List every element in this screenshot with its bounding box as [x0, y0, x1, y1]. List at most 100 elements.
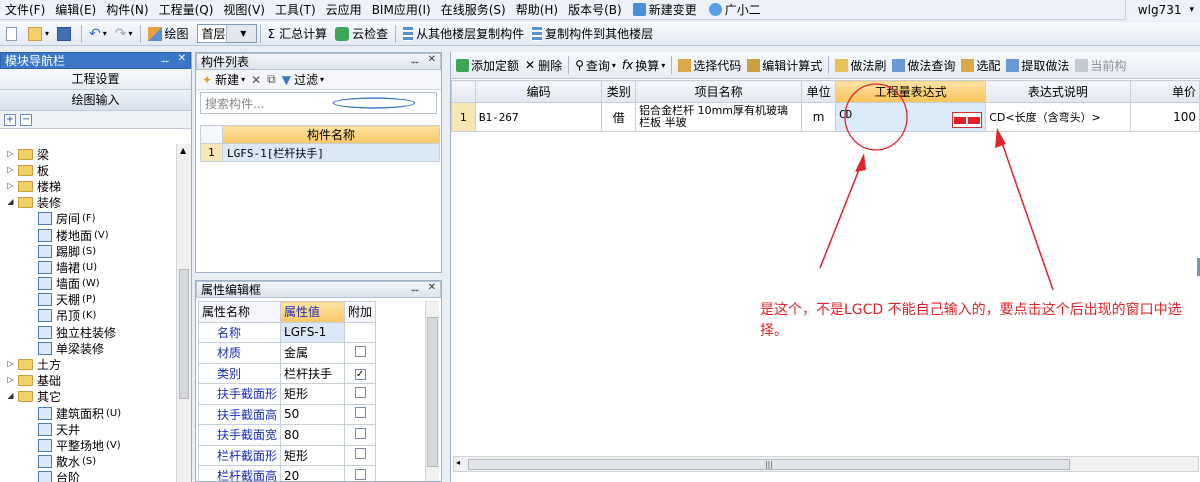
menu-bim[interactable]: BIM应用(I)	[367, 0, 436, 20]
floor-select[interactable]: 首层 ▼	[196, 24, 257, 43]
tree-scrollbar[interactable]: ▲	[176, 144, 191, 482]
tree-item[interactable]: ▷ 梁	[0, 146, 176, 162]
tree-item[interactable]: 台阶	[0, 470, 176, 482]
property-value[interactable]: 金属	[280, 342, 346, 364]
pin-icon[interactable]: ᅲ	[410, 54, 419, 69]
search-icon[interactable]	[332, 97, 415, 109]
menu-view[interactable]: 视图(V)	[218, 0, 270, 20]
property-row[interactable]: 栏杆截面高 20	[197, 465, 377, 481]
copy-to-floor-button[interactable]: 复制构件到其他楼层	[528, 23, 657, 45]
property-row[interactable]: 材质 金属	[197, 342, 377, 364]
component-search-input[interactable]: 搜索构件...	[200, 92, 437, 114]
redo-button[interactable]: ↷ ▾	[111, 23, 137, 45]
tree-item[interactable]: 单梁装修	[0, 340, 176, 356]
attach-checkbox[interactable]	[354, 386, 366, 398]
tree-item[interactable]: ▷ 楼梯	[0, 178, 176, 194]
replace-button[interactable]: fx 换算 ▾	[619, 54, 668, 76]
attach-checkbox[interactable]	[354, 468, 366, 480]
tree-item[interactable]: ▷ 基础	[0, 373, 176, 389]
tree-item[interactable]: ▷ 土方	[0, 356, 176, 372]
property-row[interactable]: 栏杆截面形 矩形	[197, 444, 377, 466]
undo-button[interactable]: ↶ ▾	[85, 23, 111, 45]
property-row[interactable]: 类别 栏杆扶手 ✓	[197, 362, 377, 384]
extract-method-button[interactable]: 提取做法	[1003, 54, 1072, 76]
method-brush-button[interactable]: 做法刷	[832, 54, 889, 76]
item-name-cell[interactable]: 铝合金栏杆 10mm厚有机玻璃栏板 半玻	[635, 102, 803, 132]
edit-formula-button[interactable]: 编辑计算式	[744, 54, 825, 76]
scroll-up-icon[interactable]: ▲	[180, 146, 186, 155]
open-button[interactable]: ▾	[24, 23, 53, 45]
attach-checkbox[interactable]: ✓	[354, 369, 366, 381]
tree-item[interactable]: 房间 (F)	[0, 211, 176, 227]
tree-item[interactable]: 踢脚 (S)	[0, 243, 176, 259]
scroll-thumb[interactable]	[179, 269, 189, 399]
collapse-arrow-icon[interactable]: ◢	[6, 198, 15, 207]
expand-arrow-icon[interactable]: ▷	[6, 376, 15, 385]
category-cell[interactable]: 借	[601, 102, 637, 132]
attach-checkbox[interactable]	[354, 448, 366, 460]
property-value[interactable]: 80	[280, 424, 346, 446]
query-button[interactable]: ⚲ 查询 ▾	[572, 54, 619, 76]
expand-arrow-icon[interactable]: ▷	[6, 165, 15, 175]
tree-item[interactable]: 独立柱装修	[0, 324, 176, 340]
quantity-expr-cell[interactable]: CD	[834, 102, 987, 132]
property-value[interactable]: 栏杆扶手	[280, 362, 346, 384]
tree-item[interactable]: ◢ 其它	[0, 389, 176, 405]
property-value[interactable]: LGFS-1	[280, 321, 346, 343]
expand-all-icon[interactable]: +	[4, 113, 16, 126]
table-row[interactable]: 1 B1-267 借 铝合金栏杆 10mm厚有机玻璃栏板 半玻 m CD CD<…	[451, 102, 1200, 132]
unit-cell[interactable]: m	[801, 102, 836, 132]
expand-arrow-icon[interactable]: ▷	[6, 149, 15, 159]
attach-checkbox[interactable]	[354, 345, 366, 357]
tree-item[interactable]: 墙裙 (U)	[0, 259, 176, 275]
draw-input-button[interactable]: 绘图输入	[0, 90, 191, 111]
tree-item[interactable]: 吊顶 (K)	[0, 308, 176, 324]
menu-quantity[interactable]: 工程量(Q)	[154, 0, 219, 20]
pin-icon[interactable]: ᅲ	[410, 282, 419, 297]
tree-item[interactable]: 楼地面 (V)	[0, 227, 176, 243]
property-row[interactable]: 扶手截面高 50	[197, 403, 377, 425]
collapse-arrow-icon[interactable]: ◢	[6, 392, 15, 401]
tree-item[interactable]: ▷ 板	[0, 162, 176, 178]
pin-icon[interactable]: ᅲ	[160, 53, 169, 68]
user-menu[interactable]: wlg731 ▾	[1124, 0, 1200, 20]
tree-item[interactable]: ◢ 装修	[0, 195, 176, 211]
menu-file[interactable]: 文件(F)	[0, 0, 50, 20]
expand-arrow-icon[interactable]: ▷	[6, 360, 15, 369]
menu-tools[interactable]: 工具(T)	[270, 0, 321, 20]
property-row[interactable]: 扶手截面宽 80	[197, 424, 377, 446]
property-value[interactable]: 20	[280, 465, 346, 481]
table-row[interactable]: 1 LGFS-1[栏杆扶手]	[200, 143, 440, 162]
expr-desc-cell[interactable]: CD<长度（含弯头）>	[985, 102, 1131, 132]
expr-picker-button[interactable]	[952, 111, 983, 128]
grid-horizontal-scrollbar[interactable]: ◂ |||	[453, 456, 1199, 472]
price-cell[interactable]: 100	[1129, 102, 1200, 132]
menu-component[interactable]: 构件(N)	[101, 0, 153, 20]
tree-item[interactable]: 散水 (S)	[0, 454, 176, 470]
close-icon[interactable]: ✕	[428, 54, 436, 69]
tree-item[interactable]: 墙面 (W)	[0, 276, 176, 292]
tree-item[interactable]: 平整场地 (V)	[0, 437, 176, 453]
tree-item[interactable]: 天棚 (P)	[0, 292, 176, 308]
property-scrollbar[interactable]	[425, 301, 439, 481]
property-value[interactable]: 50	[280, 403, 346, 425]
expand-arrow-icon[interactable]: ▷	[6, 181, 15, 191]
menu-version[interactable]: 版本号(B)	[563, 0, 627, 20]
new-file-button[interactable]	[2, 23, 24, 45]
attach-checkbox[interactable]	[354, 407, 366, 419]
current-component-button[interactable]: 当前构	[1072, 54, 1129, 76]
new-component-button[interactable]: ✦ 新建 ▾	[202, 71, 245, 88]
menu-edit[interactable]: 编辑(E)	[50, 0, 101, 20]
pick-button[interactable]: 选配	[958, 54, 1003, 76]
method-query-button[interactable]: 做法查询	[889, 54, 958, 76]
guangxiaoer-button[interactable]: 广小二	[703, 1, 767, 18]
add-quota-button[interactable]: 添加定额	[453, 54, 522, 76]
property-value[interactable]: 矩形	[280, 444, 346, 466]
component-name-cell[interactable]: LGFS-1[栏杆扶手]	[222, 143, 440, 162]
filter-button[interactable]: ▼ 过滤 ▾	[282, 71, 324, 88]
scroll-thumb[interactable]: |||	[468, 459, 1070, 470]
menu-help[interactable]: 帮助(H)	[511, 0, 563, 20]
cloud-check-button[interactable]: 云检查	[331, 23, 392, 45]
scroll-left-icon[interactable]: ◂	[456, 458, 460, 467]
property-row[interactable]: 名称 LGFS-1	[197, 321, 377, 343]
